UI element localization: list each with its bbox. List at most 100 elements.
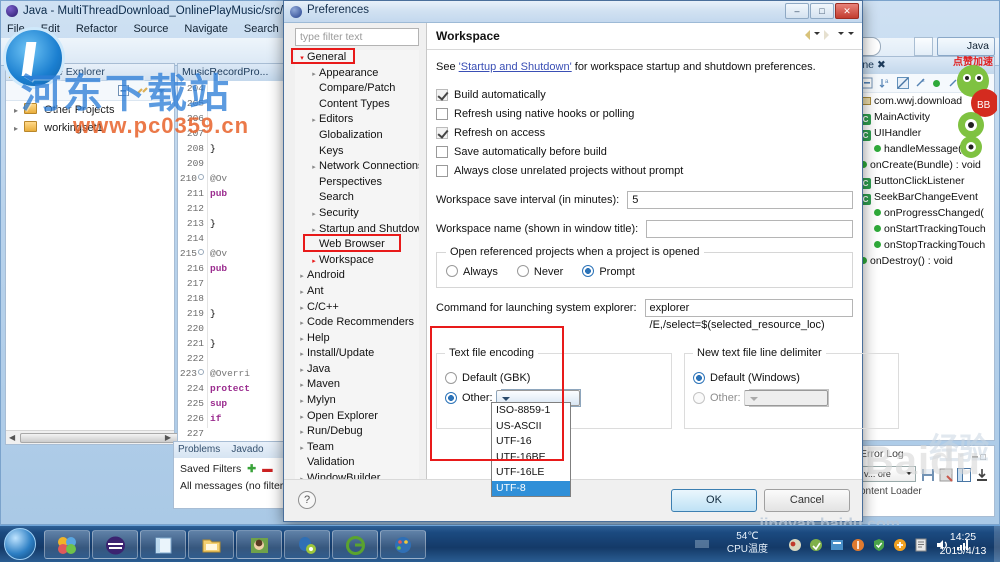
taskbar-item-eclipse[interactable] xyxy=(92,530,138,559)
delimiter-default-row[interactable]: Default (Windows) xyxy=(693,368,890,388)
hide-nonpublic-icon[interactable] xyxy=(933,79,940,87)
code-area[interactable]: 204 205 206 207 208 209 210 211 212 213 214 215 216 2… xyxy=(178,81,286,444)
pref-tree-item-validation[interactable]: Validation xyxy=(295,455,419,471)
editor-tab[interactable]: MusicRecordPro... xyxy=(178,64,286,81)
outline-tab-close-icon[interactable]: ✖ xyxy=(877,59,886,71)
pref-tree-item-maven[interactable]: ▸ Maven xyxy=(295,377,419,393)
checkbox-row-refresh-on-access[interactable]: Refresh on access xyxy=(436,123,853,142)
pref-tree-item-android[interactable]: ▸ Android xyxy=(295,268,419,284)
pref-tree-item-help[interactable]: ▸ Help xyxy=(295,331,419,347)
code-line[interactable] xyxy=(210,111,286,126)
outline-tab[interactable]: ine ✖ xyxy=(856,57,994,74)
workspace-name-input[interactable] xyxy=(646,220,853,238)
code-line[interactable] xyxy=(210,426,286,441)
view-menu-icon[interactable] xyxy=(155,84,168,97)
checkbox-icon[interactable] xyxy=(436,164,448,177)
checkbox-icon[interactable] xyxy=(436,145,448,158)
taskbar-item-paint[interactable] xyxy=(380,530,426,559)
encoding-default-radio[interactable] xyxy=(445,372,457,384)
code-line[interactable] xyxy=(210,126,286,141)
cpu-temperature-widget[interactable]: 54℃ CPU温度 xyxy=(727,530,768,556)
outline-item-mainactivity[interactable]: C MainActivity xyxy=(856,109,994,125)
menu-search[interactable]: Search xyxy=(244,23,279,35)
taskbar-item-1[interactable] xyxy=(44,530,90,559)
code-line[interactable]: } xyxy=(210,216,286,231)
delimiter-other-radio[interactable] xyxy=(693,392,705,404)
code-line[interactable]: pub xyxy=(210,186,286,201)
start-button[interactable] xyxy=(4,528,36,560)
export-log-icon[interactable] xyxy=(921,468,934,481)
package-explorer-hscrollbar[interactable]: ◀ ▶ xyxy=(6,430,205,444)
encoding-default-row[interactable]: Default (GBK) xyxy=(445,368,663,388)
pref-tree-item-install-update[interactable]: ▸ Install/Update xyxy=(295,346,419,362)
pref-tree-item-appearance[interactable]: ▸ Appearance xyxy=(295,66,419,82)
hide-fields-icon[interactable] xyxy=(897,76,910,90)
menu-source[interactable]: Source xyxy=(133,23,168,35)
pref-tree-item-web-browser[interactable]: Web Browser xyxy=(295,237,419,253)
outline-item-onstarttrackingtouch[interactable]: onStartTrackingTouch xyxy=(856,221,994,237)
code-line[interactable] xyxy=(210,96,286,111)
code-line[interactable]: @Ov xyxy=(210,246,286,261)
checkbox-icon[interactable] xyxy=(436,107,448,120)
save-interval-input[interactable]: 5 xyxy=(627,191,853,209)
preferences-titlebar[interactable]: Preferences – □ ✕ xyxy=(284,1,862,23)
delimiter-other-row[interactable]: Other: Windows xyxy=(693,388,890,408)
toggle-details-icon[interactable] xyxy=(957,467,971,482)
pref-tree-item-java[interactable]: ▸ Java xyxy=(295,362,419,378)
show-desktop-button[interactable] xyxy=(994,526,1000,562)
pref-tree-item-compare-patch[interactable]: Compare/Patch xyxy=(295,81,419,97)
code-line[interactable]: @Overri xyxy=(210,366,286,381)
outline-item-seekbarchangeevent[interactable]: C SeekBarChangeEvent xyxy=(856,189,994,205)
pref-tree-item-startup-and-shutdown[interactable]: ▸ Startup and Shutdown xyxy=(295,222,419,238)
package-explorer-tab[interactable]: Package Explorer xyxy=(6,64,174,81)
taskbar-item-photo[interactable] xyxy=(236,530,282,559)
outline-toolbar[interactable]: a s xyxy=(856,74,994,93)
pref-tree-item-general[interactable]: ▾ General xyxy=(295,50,419,66)
outline-item-onstoptrackingtouch[interactable]: onStopTrackingTouch xyxy=(856,237,994,253)
add-filter-icon[interactable]: ✚ xyxy=(247,463,256,475)
pref-tree-item-globalization[interactable]: Globalization xyxy=(295,128,419,144)
menu-file[interactable]: File xyxy=(7,23,25,35)
dialog-buttons[interactable]: OK Cancel xyxy=(671,489,850,512)
encoding-other-radio[interactable] xyxy=(445,392,457,404)
forward-arrow-icon[interactable] xyxy=(824,30,834,40)
system-tray[interactable]: 54℃ CPU温度 14:25 2015/4/13 xyxy=(695,526,1000,562)
minimize-button[interactable]: – xyxy=(785,3,809,19)
code-line[interactable] xyxy=(210,156,286,171)
window-controls[interactable]: – □ ✕ xyxy=(785,3,859,19)
forward-history-caret-icon[interactable] xyxy=(838,32,844,38)
pref-tree-item-content-types[interactable]: Content Types xyxy=(295,97,419,113)
page-menu-caret-icon[interactable] xyxy=(848,32,854,38)
code-line[interactable] xyxy=(210,291,286,306)
pref-tree-item-search[interactable]: Search xyxy=(295,190,419,206)
checkbox-row-build-automatically[interactable]: Build automatically xyxy=(436,85,853,104)
sort-icon[interactable]: a xyxy=(879,77,892,90)
tray-icon-doc[interactable] xyxy=(914,538,928,552)
outline-item-oncreate-bundle-void[interactable]: onCreate(Bundle) : void xyxy=(856,157,994,173)
explorer-item-workingset1[interactable]: ▸ workingset1 xyxy=(6,119,174,137)
tray-icon-app2[interactable] xyxy=(809,538,823,552)
tab-problems[interactable]: Problems xyxy=(178,444,220,455)
menu-refactor[interactable]: Refactor xyxy=(76,23,118,35)
open-perspective-button[interactable] xyxy=(914,37,933,56)
scroll-right-icon[interactable]: ▶ xyxy=(165,433,171,442)
code-line[interactable]: } xyxy=(210,306,286,321)
code-line[interactable]: } xyxy=(210,336,286,351)
startup-shutdown-link[interactable]: 'Startup and Shutdown' xyxy=(459,61,572,73)
tray-icon-app3[interactable] xyxy=(830,538,844,552)
code-line[interactable] xyxy=(210,351,286,366)
back-history-caret-icon[interactable] xyxy=(814,32,820,38)
preferences-tree[interactable]: ▾ General ▸ Appearance Compare/Patch Content … xyxy=(295,50,419,490)
fold-icon[interactable] xyxy=(198,174,204,180)
checkbox-row-refresh-using-native-hooks-or-polling[interactable]: Refresh using native hooks or polling xyxy=(436,104,853,123)
page-nav-controls[interactable] xyxy=(800,30,854,40)
encoding-option-us-ascii[interactable]: US-ASCII xyxy=(492,419,570,435)
checkbox-icon[interactable] xyxy=(436,126,448,139)
error-log-toolbar[interactable]: v... ore xyxy=(856,462,994,486)
tray-icon-app1[interactable] xyxy=(788,538,802,552)
outline-item-ondestroy-void[interactable]: onDestroy() : void xyxy=(856,253,994,269)
checkbox-row-save-automatically-before-build[interactable]: Save automatically before build xyxy=(436,142,853,161)
pref-tree-item-team[interactable]: ▸ Team xyxy=(295,440,419,456)
package-explorer-toolbar[interactable] xyxy=(6,81,174,101)
panel-window-controls[interactable]: ━□ xyxy=(972,449,989,465)
